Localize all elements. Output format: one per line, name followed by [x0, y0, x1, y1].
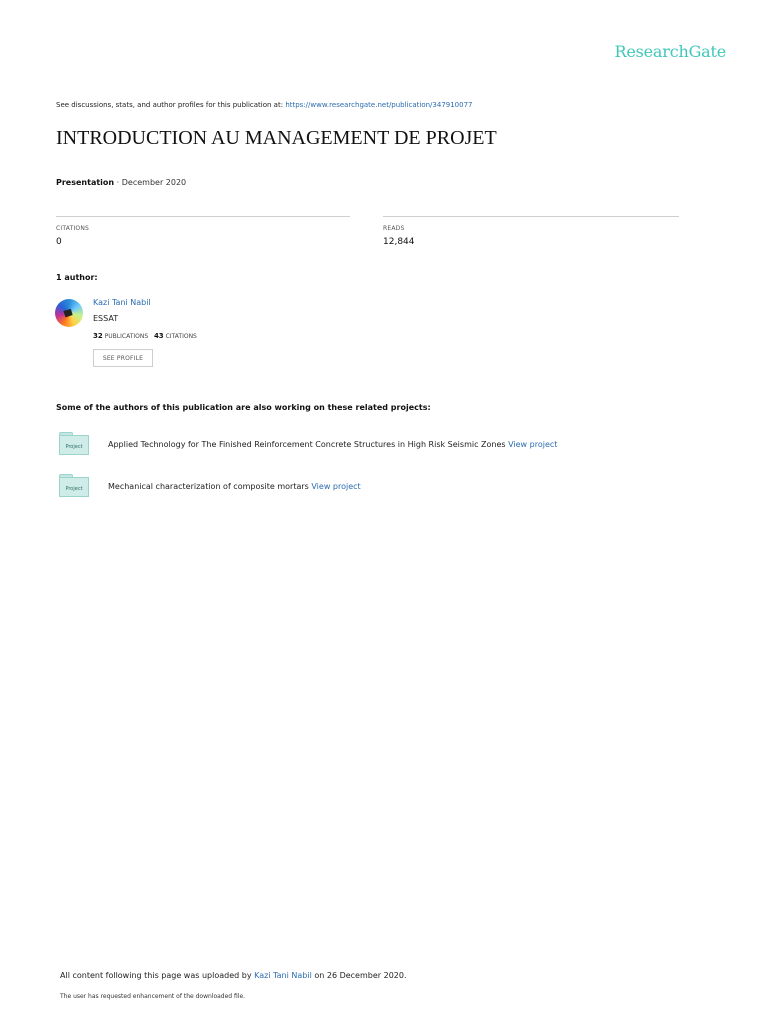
project-folder-label: Project [65, 444, 83, 450]
author-institution: ESSAT [93, 314, 119, 323]
authors-heading: 1 author: [56, 273, 98, 282]
uploader-link[interactable]: Kazi Tani Nabil [254, 971, 312, 980]
citations-value: 0 [56, 237, 62, 247]
project-folder-label: Project [65, 486, 83, 492]
upload-notice: All content following this page was uplo… [60, 971, 407, 980]
project-item: Applied Technology for The Finished Rein… [108, 440, 557, 449]
enhancement-note: The user has requested enhancement of th… [60, 993, 246, 1000]
project-item: Mechanical characterization of composite… [108, 482, 361, 491]
related-projects-heading: Some of the authors of this publication … [56, 403, 431, 412]
author-name-link[interactable]: Kazi Tani Nabil [93, 298, 151, 307]
citations-divider [56, 216, 350, 217]
citations-label: CITATIONS [56, 225, 90, 232]
view-project-link[interactable]: View project [311, 482, 360, 491]
author-avatar[interactable] [55, 299, 83, 327]
publication-date: December 2020 [121, 178, 187, 187]
reads-value: 12,844 [383, 237, 415, 247]
project-title: Mechanical characterization of composite… [108, 482, 312, 491]
publication-meta: Presentation · December 2020 [56, 178, 186, 187]
project-folder-icon: Project [58, 432, 90, 456]
upload-suffix: on 26 December 2020. [311, 971, 407, 980]
author-citations-count: 43 [153, 332, 164, 340]
author-citations-label: CITATIONS [165, 333, 197, 340]
reads-label: READS [383, 225, 405, 232]
publications-count: 32 [93, 332, 103, 340]
view-project-link[interactable]: View project [508, 440, 557, 449]
researchgate-logo[interactable]: ResearchGate [615, 42, 727, 61]
author-counts: 32 PUBLICATIONS 43 CITATIONS [93, 332, 197, 340]
publication-type: Presentation [56, 178, 115, 187]
project-folder-icon: Project [58, 474, 90, 498]
discussion-line: See discussions, stats, and author profi… [56, 101, 473, 109]
publication-title: INTRODUCTION AU MANAGEMENT DE PROJET [56, 127, 497, 149]
reads-divider [383, 216, 679, 217]
see-profile-button[interactable]: SEE PROFILE [93, 349, 153, 367]
publication-url-link[interactable]: https://www.researchgate.net/publication… [285, 101, 472, 109]
meta-separator: · [114, 178, 122, 187]
project-title: Applied Technology for The Finished Rein… [108, 440, 509, 449]
publications-label: PUBLICATIONS [104, 333, 149, 340]
discussion-text: See discussions, stats, and author profi… [56, 101, 286, 109]
upload-prefix: All content following this page was uplo… [60, 971, 255, 980]
